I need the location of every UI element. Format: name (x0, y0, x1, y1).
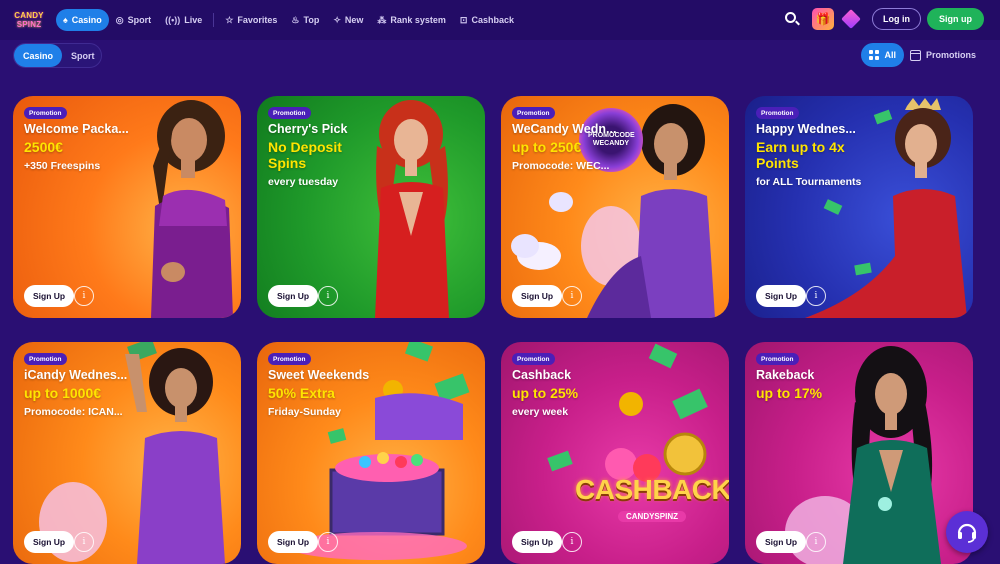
candyspinz-logo[interactable]: CANDY SPINZ (12, 8, 46, 32)
promotion-badge: Promotion (512, 107, 555, 119)
card-signup-button[interactable]: Sign Up (756, 285, 807, 307)
nav-live[interactable]: ((•)) Live (158, 9, 209, 31)
card-signup-button[interactable]: Sign Up (756, 531, 807, 553)
promo-card-wecandy-wednesday[interactable]: PROMOCODE WECANDY Promotion WeCandy Wedn… (501, 96, 729, 318)
promo-card-cashback[interactable]: CASHBACK CANDYSPINZ Promotion Cashback u… (501, 342, 729, 564)
info-icon[interactable]: i (806, 532, 826, 552)
info-icon[interactable]: i (318, 532, 338, 552)
spade-icon: ♠ (63, 15, 68, 25)
card-title: WeCandy Wedn... (512, 122, 617, 136)
promotion-badge: Promotion (24, 353, 67, 365)
product-toggle: Casino Sport (13, 43, 102, 68)
subtab-sport[interactable]: Sport (62, 44, 104, 67)
card-subtitle: Friday-Sunday (268, 406, 341, 418)
card-signup-button[interactable]: Sign Up (268, 531, 319, 553)
promotion-badge: Promotion (756, 353, 799, 365)
nav-new[interactable]: ✧ New (326, 9, 370, 31)
woman-purple-dress-image (151, 100, 233, 318)
card-title: Rakeback (756, 368, 815, 382)
filter-promotions[interactable]: Promotions (909, 49, 976, 61)
promotion-badge: Promotion (512, 353, 555, 365)
calendar-icon (909, 49, 921, 61)
card-highlight: up to 1000€ (24, 385, 102, 401)
gift-icon[interactable]: 🎁 (812, 8, 834, 30)
signup-button[interactable]: Sign up (927, 8, 984, 30)
support-chat-button[interactable] (946, 511, 988, 553)
promo-card-happy-wednesday[interactable]: Promotion Happy Wednes... Earn up to 4x … (745, 96, 973, 318)
promotion-badge: Promotion (756, 107, 799, 119)
card-highlight: No Deposit Spins (268, 139, 342, 171)
card-title: Happy Wednes... (756, 122, 856, 136)
info-icon[interactable]: i (562, 532, 582, 552)
info-icon[interactable]: i (806, 286, 826, 306)
card-subtitle: +350 Freespins (24, 160, 101, 172)
rank-icon: ⁂ (377, 14, 387, 25)
promo-card-rakeback[interactable]: Promotion Rakeback up to 17% Sign Up i (745, 342, 973, 564)
ball-icon: ◎ (115, 14, 124, 25)
headset-icon (957, 523, 977, 543)
info-icon[interactable]: i (318, 286, 338, 306)
nav-favorites[interactable]: ☆ Favorites (218, 9, 284, 31)
top-header: CANDY SPINZ ♠ Casino ◎ Sport ((•)) Live … (0, 0, 1000, 40)
card-subtitle: every tuesday (268, 176, 339, 188)
promotion-badge: Promotion (268, 353, 311, 365)
login-button[interactable]: Log in (872, 8, 921, 30)
card-highlight: Earn up to 4x Points (756, 139, 845, 171)
info-icon[interactable]: i (74, 286, 94, 306)
card-title: Cashback (512, 368, 572, 382)
star-icon: ☆ (225, 14, 234, 25)
card-highlight: 50% Extra (268, 385, 335, 401)
card-signup-button[interactable]: Sign Up (512, 531, 563, 553)
info-icon[interactable]: i (562, 286, 582, 306)
card-subtitle: Promocode: WEC... (512, 160, 610, 172)
filter-all[interactable]: All (861, 43, 904, 67)
card-highlight: up to 17% (756, 385, 823, 401)
card-signup-button[interactable]: Sign Up (24, 285, 75, 307)
card-signup-button[interactable]: Sign Up (512, 285, 563, 307)
card-highlight: up to 25% (512, 385, 579, 401)
card-highlight: up to 250€ (512, 139, 582, 155)
promo-card-icandy-wednesday[interactable]: Promotion iCandy Wednes... up to 1000€ P… (13, 342, 241, 564)
grid-icon (869, 50, 880, 60)
promo-filters: All Promotions (861, 43, 976, 67)
cashback-icon: ⊡ (459, 14, 468, 25)
header-actions: 🎁 Log in Sign up (784, 8, 984, 30)
card-subtitle: Promocode: ICAN... (24, 406, 123, 418)
main-nav: ♠ Casino ◎ Sport ((•)) Live ☆ Favorites … (56, 9, 521, 31)
promotion-badge: Promotion (268, 107, 311, 119)
nav-sport[interactable]: ◎ Sport (109, 9, 158, 31)
flame-icon: ♨ (291, 14, 300, 25)
nav-rank-system[interactable]: ⁂ Rank system (370, 9, 453, 31)
cashback-logo: CASHBACK CANDYSPINZ (575, 474, 729, 522)
nav-cashback[interactable]: ⊡ Cashback (453, 9, 521, 31)
gem-icon[interactable] (840, 8, 862, 30)
promo-card-cherrys-pick[interactable]: Promotion Cherry's Pick No Deposit Spins… (257, 96, 485, 318)
woman-red-dress-image (375, 100, 449, 318)
card-signup-button[interactable]: Sign Up (24, 531, 75, 553)
nav-top[interactable]: ♨ Top (284, 9, 326, 31)
promo-card-welcome[interactable]: Promotion Welcome Packa... 2500€ +350 Fr… (13, 96, 241, 318)
card-subtitle: every week (512, 406, 569, 418)
nav-divider (213, 13, 215, 27)
card-signup-button[interactable]: Sign Up (268, 285, 319, 307)
promotion-badge: Promotion (24, 107, 67, 119)
nav-casino[interactable]: ♠ Casino (56, 9, 109, 31)
card-highlight: 2500€ (24, 139, 63, 155)
card-title: Sweet Weekends (268, 368, 370, 382)
promo-card-sweet-weekends[interactable]: Promotion Sweet Weekends 50% Extra Frida… (257, 342, 485, 564)
card-title: Cherry's Pick (268, 122, 348, 136)
tag-icon: ✧ (333, 14, 341, 25)
info-icon[interactable]: i (74, 532, 94, 552)
subtab-casino[interactable]: Casino (14, 44, 63, 67)
card-subtitle: for ALL Tournaments (756, 176, 862, 188)
card-title: iCandy Wednes... (24, 368, 128, 382)
live-icon: ((•)) (165, 15, 181, 25)
card-title: Welcome Packa... (24, 122, 129, 136)
search-icon[interactable] (784, 11, 800, 27)
